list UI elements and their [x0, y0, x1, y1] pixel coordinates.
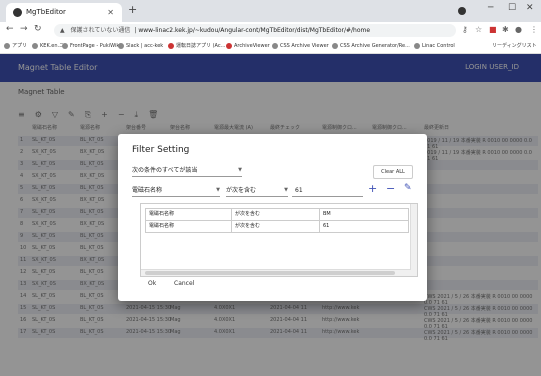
reading-list[interactable]: リーディングリスト [492, 39, 537, 53]
new-tab-icon[interactable]: + [128, 3, 137, 16]
apps-icon [4, 42, 10, 49]
extension-icon[interactable]: ■ [489, 25, 497, 34]
cell-operator: が次を含む [232, 221, 320, 232]
ok-button[interactable]: Ok [148, 280, 156, 287]
account-icon[interactable]: ● [515, 25, 522, 34]
profile-icon[interactable] [458, 7, 466, 15]
cell-field: 電磁石名称 [146, 209, 232, 220]
dialog-title: Filter Setting [132, 145, 190, 155]
table-row[interactable]: 電磁石名称 が次を含む 61 [145, 220, 409, 233]
bookmark-item[interactable]: Slack | acc-kek [118, 39, 163, 53]
bookmark-item[interactable]: ArchiveViewer [226, 39, 270, 53]
bookmark-item[interactable]: CSS Archive Viewer [272, 39, 329, 53]
forward-icon[interactable]: → [20, 24, 28, 34]
cell-operator: が次を含む [232, 209, 320, 220]
bookmark-item[interactable]: KEK.en.ニ [32, 39, 64, 53]
bookmark-icon [332, 42, 338, 49]
extensions-puzzle-icon[interactable]: ✱ [502, 25, 509, 34]
tab-title: MgTbEditor [26, 8, 66, 16]
condition-mode-select[interactable]: 次の条件のすべてが該当 ▼ [132, 165, 242, 177]
dropdown-arrow-icon: ▼ [238, 167, 242, 173]
bookmark-icon [32, 42, 38, 49]
bookmark-item[interactable]: FrontPage - PukiWiki [62, 39, 121, 53]
dropdown-arrow-icon: ▼ [284, 187, 288, 193]
slack-icon [118, 42, 124, 49]
close-window-icon[interactable]: ✕ [526, 3, 534, 13]
bookmark-item[interactable]: 運転日誌アプリ (Ac... [168, 39, 225, 53]
bookmark-icon [226, 42, 232, 49]
bookmark-apps[interactable]: アプリ [4, 39, 27, 53]
bookmark-icon [62, 42, 68, 49]
key-icon[interactable]: ⚷ [462, 25, 468, 34]
minimize-icon[interactable]: ─ [488, 3, 493, 13]
filter-table: 電磁石名称 が次を含む BM 電磁石名称 が次を含む 61 [140, 203, 418, 277]
browser-tab-bar: MgTbEditor ✕ + ─ ☐ ✕ [0, 0, 541, 22]
cancel-button[interactable]: Cancel [174, 280, 194, 287]
edit-icon[interactable]: ✎ [404, 183, 412, 193]
value-input[interactable]: 61 [292, 185, 363, 197]
url-text: www-linac2.kek.jp/~kudou/Angular-cont/Mg… [138, 27, 371, 34]
add-icon[interactable]: + [368, 182, 377, 195]
vertical-scrollbar[interactable] [410, 204, 417, 276]
bookmark-icon [272, 42, 278, 49]
clear-all-button[interactable]: Clear ALL [373, 165, 413, 179]
close-tab-icon[interactable]: ✕ [107, 3, 114, 22]
dropdown-arrow-icon: ▼ [216, 187, 220, 193]
maximize-icon[interactable]: ☐ [508, 3, 516, 13]
cell-field: 電磁石名称 [146, 221, 232, 232]
favicon-icon [13, 8, 22, 17]
reload-icon[interactable]: ↻ [34, 24, 42, 34]
field-select[interactable]: 電磁石名称 ▼ [132, 185, 220, 197]
bookmarks-bar: アプリ KEK.en.ニ FrontPage - PukiWiki Slack … [0, 39, 541, 54]
bookmark-icon [168, 42, 174, 49]
bookmark-icon [414, 42, 420, 49]
back-icon[interactable]: ← [6, 24, 14, 34]
scrollbar-thumb[interactable] [145, 271, 395, 275]
horizontal-scrollbar[interactable] [141, 269, 411, 276]
filter-dialog: Filter Setting 次の条件のすべてが該当 ▼ Clear ALL 電… [118, 134, 427, 301]
operator-select[interactable]: が次を含む ▼ [226, 185, 288, 197]
cell-value: 61 [323, 223, 330, 229]
browser-tab[interactable]: MgTbEditor ✕ [6, 3, 122, 22]
bookmark-item[interactable]: CSS Archive Generator/Re... [332, 39, 410, 53]
insecure-label: 保護されていない通信 [70, 27, 131, 34]
remove-icon[interactable]: − [386, 182, 395, 195]
menu-icon[interactable]: ⋮ [530, 25, 538, 34]
cell-value: BM [323, 211, 331, 217]
bookmark-item[interactable]: Linac Control [414, 39, 455, 53]
address-bar-row: ← → ↻ ▲ 保護されていない通信 | www-linac2.kek.jp/~k… [0, 22, 541, 39]
star-icon[interactable]: ☆ [475, 25, 482, 34]
url-field[interactable]: ▲ 保護されていない通信 | www-linac2.kek.jp/~kudou/A… [54, 24, 456, 37]
warning-icon: ▲ [60, 27, 65, 34]
